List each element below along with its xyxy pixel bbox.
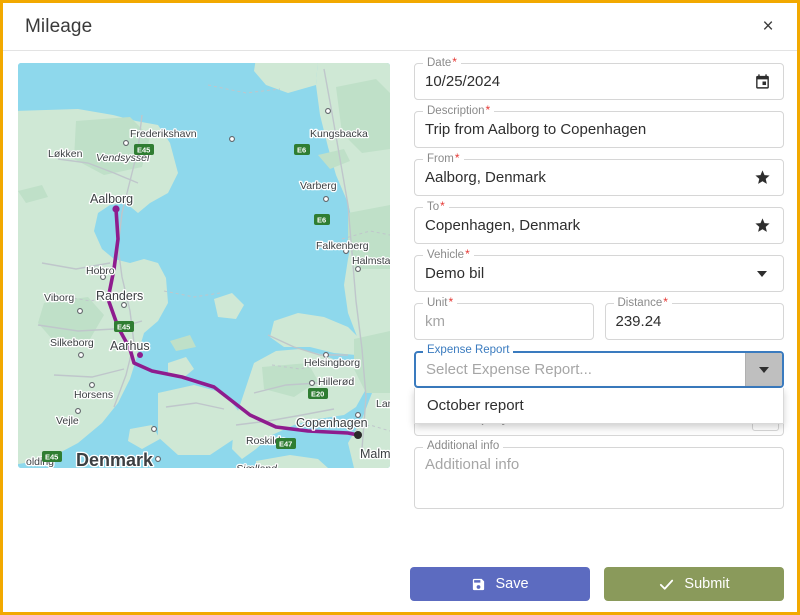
field-additional-info: Additional info Additional info	[414, 440, 784, 509]
svg-text:Denmark: Denmark	[76, 450, 154, 468]
label-description: Description*	[423, 104, 495, 117]
field-to: To* Copenhagen, Denmark	[414, 200, 784, 244]
submit-button-label: Submit	[684, 576, 730, 592]
svg-text:Land: Land	[376, 398, 390, 410]
label-from: From*	[423, 152, 464, 165]
close-icon[interactable]: ×	[753, 12, 783, 42]
save-button-label: Save	[495, 576, 529, 592]
svg-text:Varberg: Varberg	[300, 180, 337, 192]
svg-text:Hobro: Hobro	[86, 265, 115, 277]
distance-value: 239.24	[615, 313, 662, 330]
svg-text:E6: E6	[297, 146, 306, 155]
expense-report-combobox[interactable]: Select Expense Report...	[414, 351, 784, 388]
expense-report-placeholder: Select Expense Report...	[426, 361, 592, 378]
svg-text:Aarhus: Aarhus	[110, 339, 150, 353]
date-input[interactable]: 10/25/2024	[414, 63, 784, 100]
label-expense-report: Expense Report	[423, 344, 514, 356]
svg-text:E47: E47	[279, 440, 292, 449]
svg-text:Helsingborg: Helsingborg	[304, 357, 360, 369]
expense-report-dropdown: October report	[414, 388, 784, 424]
check-icon	[658, 576, 675, 593]
submit-button[interactable]: Submit	[604, 567, 784, 601]
field-date: Date* 10/25/2024	[414, 56, 784, 100]
star-icon[interactable]	[749, 165, 775, 191]
field-description: Description* Trip from Aalborg to Copenh…	[414, 104, 784, 148]
svg-text:Kungsbacka: Kungsbacka	[310, 128, 368, 140]
svg-text:Hillerød: Hillerød	[318, 376, 354, 388]
svg-text:E45: E45	[117, 323, 130, 332]
star-icon[interactable]	[749, 213, 775, 239]
to-value: Copenhagen, Denmark	[425, 217, 581, 234]
additional-info-textarea[interactable]: Additional info	[414, 447, 784, 509]
svg-text:Løkken: Løkken	[48, 148, 83, 160]
svg-text:Falkenberg: Falkenberg	[316, 240, 369, 252]
dialog-titlebar: Mileage ×	[3, 3, 797, 51]
field-expense-report: Expense Report Select Expense Report... …	[414, 344, 784, 424]
label-to: To*	[423, 200, 449, 213]
save-icon	[471, 577, 486, 592]
svg-text:E20: E20	[311, 390, 324, 399]
to-input[interactable]: Copenhagen, Denmark	[414, 207, 784, 244]
field-distance: Distance* 239.24	[604, 296, 784, 340]
svg-text:Copenhagen: Copenhagen	[296, 416, 368, 430]
svg-text:Frederikshavn: Frederikshavn	[130, 128, 197, 140]
svg-text:E45: E45	[137, 146, 150, 155]
label-date: Date*	[423, 56, 461, 69]
from-value: Aalborg, Denmark	[425, 169, 546, 186]
label-distance: Distance*	[613, 296, 672, 309]
mileage-dialog: Mileage × .lbl{font-family:"Liberation S…	[0, 0, 800, 615]
date-value: 10/25/2024	[425, 73, 501, 90]
svg-text:Vejle: Vejle	[56, 415, 79, 427]
svg-text:Horsens: Horsens	[74, 389, 113, 401]
svg-text:Randers: Randers	[96, 289, 143, 303]
svg-text:Malm: Malm	[360, 447, 390, 461]
svg-text:Viborg: Viborg	[44, 292, 74, 304]
field-unit: Unit* km	[414, 296, 594, 340]
map-pane: .lbl{font-family:"Liberation Sans",sans-…	[18, 63, 390, 520]
dialog-footer: Save Submit	[18, 567, 784, 601]
additional-info-placeholder: Additional info	[425, 456, 520, 473]
route-map[interactable]: .lbl{font-family:"Liberation Sans",sans-…	[18, 63, 390, 468]
dropdown-option-october-report[interactable]: October report	[415, 388, 783, 423]
vehicle-value: Demo bil	[425, 265, 485, 282]
field-from: From* Aalborg, Denmark	[414, 152, 784, 196]
chevron-down-icon[interactable]	[745, 353, 782, 386]
calendar-icon[interactable]	[749, 69, 775, 95]
label-additional-info: Additional info	[423, 440, 504, 452]
mileage-form: Date* 10/25/2024 Description* Trip from …	[390, 56, 784, 520]
description-value: Trip from Aalborg to Copenhagen	[425, 121, 647, 138]
svg-text:Silkeborg: Silkeborg	[50, 337, 94, 349]
page-title: Mileage	[25, 15, 93, 37]
label-vehicle: Vehicle*	[423, 248, 474, 261]
svg-text:Sjælland: Sjælland	[236, 463, 278, 468]
svg-text:E6: E6	[317, 216, 326, 225]
save-button[interactable]: Save	[410, 567, 590, 601]
from-input[interactable]: Aalborg, Denmark	[414, 159, 784, 196]
svg-text:E45: E45	[45, 453, 58, 462]
svg-text:Halmstad: Halmstad	[352, 255, 390, 267]
label-unit: Unit*	[423, 296, 458, 309]
unit-placeholder: km	[425, 313, 445, 330]
chevron-down-icon[interactable]	[749, 261, 775, 287]
dialog-body: .lbl{font-family:"Liberation Sans",sans-…	[3, 51, 797, 520]
svg-text:Aalborg: Aalborg	[90, 192, 133, 206]
field-vehicle: Vehicle* Demo bil	[414, 248, 784, 292]
